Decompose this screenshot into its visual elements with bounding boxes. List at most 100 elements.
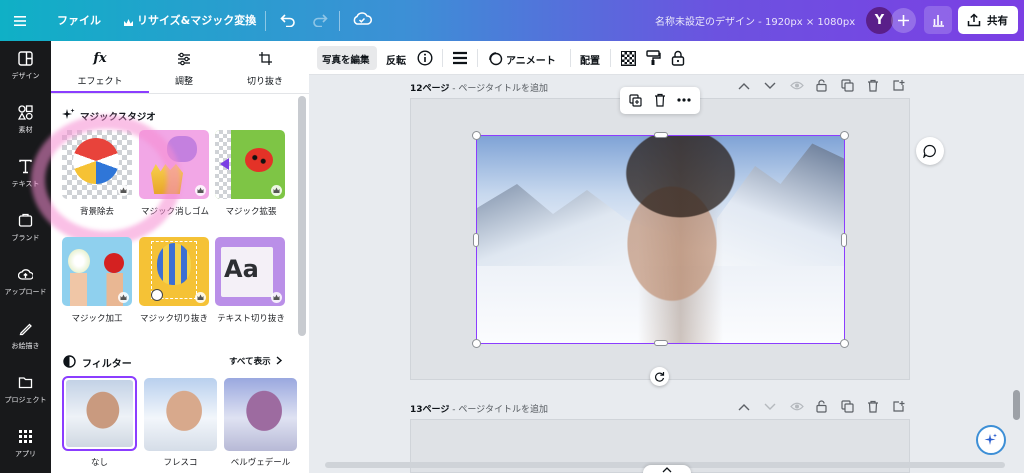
resize-handle[interactable] <box>472 131 481 140</box>
file-menu[interactable]: ファイル <box>57 12 101 28</box>
filter-belvedere[interactable] <box>224 378 297 451</box>
info-icon[interactable] <box>417 50 433 66</box>
trash-icon[interactable] <box>867 400 879 413</box>
duplicate-icon[interactable] <box>629 94 642 107</box>
show-all-link[interactable]: すべて表示 <box>229 355 271 367</box>
redo-icon[interactable] <box>312 12 328 31</box>
filter-thumbnail <box>66 380 133 447</box>
filter-icon <box>63 355 76 368</box>
tab-adjust[interactable]: 調整 <box>149 41 219 93</box>
animate-icon <box>489 52 503 66</box>
page-title-input[interactable]: ページタイトルを追加 <box>458 405 548 415</box>
lock-icon[interactable] <box>816 79 827 92</box>
delete-icon[interactable] <box>654 93 666 107</box>
position-button[interactable]: 配置 <box>580 52 600 67</box>
duplicate-page-icon[interactable] <box>841 79 854 92</box>
comment-button[interactable] <box>916 137 944 165</box>
chevron-down-icon[interactable] <box>764 82 776 90</box>
sliders-icon <box>178 52 190 66</box>
transparency-icon[interactable] <box>621 51 636 66</box>
page-title-input[interactable]: ページタイトルを追加 <box>458 84 548 94</box>
rail-label: デザイン <box>11 72 40 80</box>
cloud-save-icon[interactable] <box>352 11 372 31</box>
resize-handle[interactable] <box>473 233 479 247</box>
expand-arrow-icon <box>220 158 229 170</box>
sparkle-icon <box>62 108 75 119</box>
draw-icon <box>19 323 32 336</box>
magic-tile-edit[interactable] <box>62 237 132 306</box>
rail-item-design[interactable]: デザイン <box>0 41 51 95</box>
page-header-12: 12ページ - ページタイトルを追加 <box>410 81 548 94</box>
paint-format-icon[interactable] <box>646 50 661 66</box>
border-style-icon[interactable] <box>452 51 468 65</box>
magic-tile-label: マジック切り抜き <box>139 314 208 324</box>
trash-icon[interactable] <box>867 79 879 92</box>
effects-panel: fx エフェクト 調整 切り抜き マジックスタジオ 背景除去 マジック消しゴム <box>31 41 309 473</box>
eye-icon[interactable] <box>790 401 804 412</box>
layout-icon <box>18 51 33 66</box>
filter-none[interactable] <box>62 376 137 451</box>
magic-tile-expand[interactable] <box>215 130 285 199</box>
resize-handle[interactable] <box>841 233 847 247</box>
eye-icon[interactable] <box>790 80 804 91</box>
document-title[interactable]: 名称未設定のデザイン - 1920px × 1080px <box>655 13 855 28</box>
magic-tile-text-grab[interactable]: Aa <box>215 237 285 306</box>
filter-label: フレスコ <box>163 458 198 468</box>
divider <box>339 11 340 31</box>
resize-handle[interactable] <box>840 339 849 348</box>
avatar[interactable]: Y <box>866 7 893 34</box>
rail-item-elements[interactable]: 素材 <box>0 95 51 149</box>
chevron-right-icon[interactable] <box>275 356 283 365</box>
rail-item-draw[interactable]: お絵描き <box>0 311 51 365</box>
resize-handle[interactable] <box>654 340 668 346</box>
rail-item-apps[interactable]: アプリ <box>0 419 51 473</box>
premium-badge <box>118 292 129 303</box>
magic-tile-label: マジック加工 <box>71 314 123 324</box>
top-bar: ファイル リサイズ&マジック変換 名称未設定のデザイン - 1920px × 1… <box>0 0 1024 41</box>
magic-assistant-button[interactable] <box>976 425 1006 455</box>
filter-label: なし <box>90 458 108 468</box>
panel-scrollbar[interactable] <box>298 96 306 336</box>
tab-effects[interactable]: fx エフェクト <box>51 41 149 93</box>
chevron-up-icon[interactable] <box>738 82 750 90</box>
share-button[interactable]: 共有 <box>958 6 1018 34</box>
lock-icon[interactable] <box>671 50 685 66</box>
plus-icon <box>898 15 909 26</box>
rail-item-upload[interactable]: アップロード <box>0 257 51 311</box>
page-separator: - <box>449 84 459 94</box>
avatar-letter: Y <box>874 13 885 28</box>
filter-fresco[interactable] <box>144 378 217 451</box>
ladybug-image <box>245 148 273 172</box>
page-number: 13ページ <box>410 405 450 415</box>
animate-button[interactable]: アニメート <box>506 52 556 67</box>
expand-pages-handle[interactable] <box>643 465 691 473</box>
premium-badge <box>271 185 282 196</box>
tab-label: エフェクト <box>77 77 123 87</box>
resize-handle[interactable] <box>472 339 481 348</box>
menu-icon[interactable] <box>14 12 32 28</box>
undo-icon[interactable] <box>280 12 296 31</box>
brand-icon <box>18 213 33 227</box>
premium-badge <box>195 292 206 303</box>
flip-button[interactable]: 反転 <box>386 52 406 67</box>
rotate-handle[interactable] <box>650 367 669 386</box>
edit-photo-button[interactable]: 写真を編集 <box>317 46 377 70</box>
rail-item-projects[interactable]: プロジェクト <box>0 365 51 419</box>
resize-handle[interactable] <box>654 132 668 138</box>
share-label: 共有 <box>987 15 1008 27</box>
chevron-down-icon[interactable] <box>764 403 776 411</box>
add-page-icon[interactable] <box>892 79 905 92</box>
chevron-up-icon[interactable] <box>738 403 750 411</box>
canvas-vertical-scrollbar[interactable] <box>1013 390 1020 420</box>
insights-button[interactable] <box>924 6 952 34</box>
edit-photo-label: 写真を編集 <box>322 55 370 66</box>
resize-handle[interactable] <box>840 131 849 140</box>
more-options-icon[interactable] <box>677 98 691 102</box>
duplicate-page-icon[interactable] <box>841 400 854 413</box>
magic-tile-grab[interactable] <box>139 237 209 306</box>
tab-crop[interactable]: 切り抜き <box>229 41 301 93</box>
resize-button[interactable]: リサイズ&マジック変換 <box>137 12 256 28</box>
add-page-icon[interactable] <box>892 400 905 413</box>
add-member-button[interactable] <box>891 8 916 33</box>
lock-icon[interactable] <box>816 400 827 413</box>
